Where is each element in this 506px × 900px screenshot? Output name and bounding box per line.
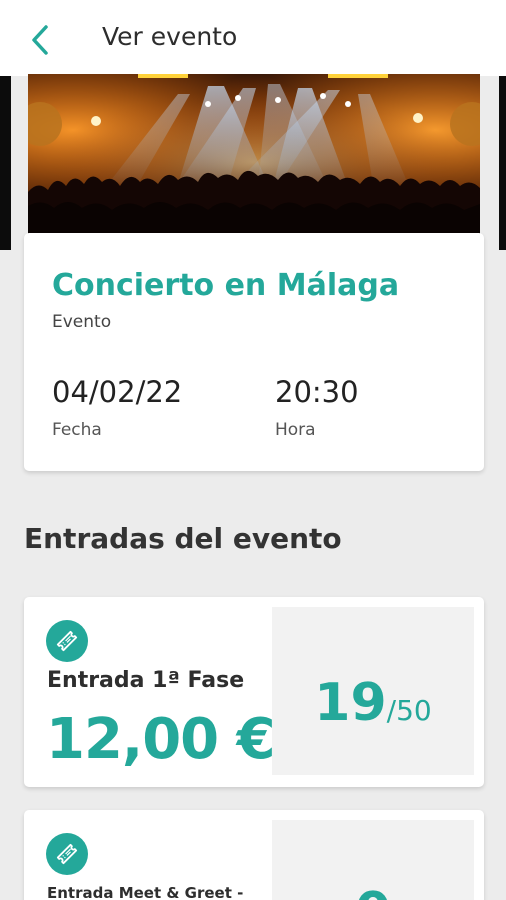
ticket-stock-box: 0	[272, 820, 474, 900]
app-bar: Ver evento	[0, 0, 506, 76]
ticket-card[interactable]: Entrada Meet & Greet - 0	[24, 810, 484, 900]
ticket-icon	[46, 620, 88, 662]
event-time-label: Hora	[275, 420, 316, 440]
event-title: Concierto en Málaga	[52, 268, 400, 303]
event-type: Evento	[52, 312, 112, 332]
tickets-section-title: Entradas del evento	[24, 522, 342, 555]
ticket-name: Entrada Meet & Greet -	[47, 884, 244, 900]
carousel-next-peek	[499, 76, 506, 250]
ticket-name: Entrada 1ª Fase	[47, 668, 245, 693]
ticket-stock: 0	[272, 882, 474, 900]
event-date: 04/02/22	[52, 375, 183, 409]
event-image	[28, 74, 480, 234]
ticket-sold-count: 0	[355, 882, 391, 900]
chevron-left-icon	[32, 25, 48, 55]
event-time: 20:30	[275, 375, 359, 409]
ticket-stock-box: 19/50	[272, 607, 474, 775]
carousel-prev-peek	[0, 76, 11, 250]
ticket-sold-count: 19	[314, 673, 387, 733]
ticket-stock: 19/50	[272, 673, 474, 733]
ticket-price: 12,00 €	[46, 707, 276, 772]
event-info-card: Concierto en Málaga Evento 04/02/22 Fech…	[24, 233, 484, 471]
page-title: Ver evento	[102, 22, 238, 51]
event-date-label: Fecha	[52, 420, 102, 440]
ticket-icon	[46, 833, 88, 875]
ticket-total-count: /50	[386, 694, 432, 727]
back-button[interactable]	[20, 20, 60, 60]
ticket-card[interactable]: Entrada 1ª Fase 12,00 € 19/50	[24, 597, 484, 787]
